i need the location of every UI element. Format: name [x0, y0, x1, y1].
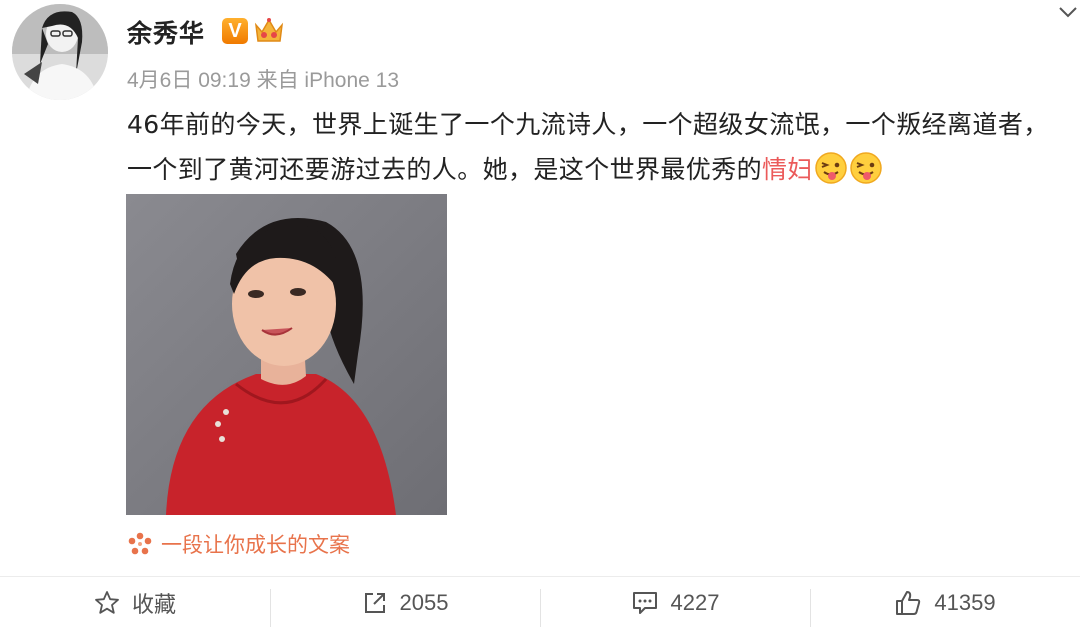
crown-icon: [254, 18, 284, 42]
like-icon: [896, 590, 921, 615]
source-label: 一段让你成长的文案: [161, 533, 350, 557]
repost-button[interactable]: 2055: [270, 577, 540, 628]
verified-icon: V: [222, 18, 248, 44]
action-bar: 收藏 2055 4227 41359: [0, 577, 1080, 628]
tongue-emoji-icon: [815, 152, 847, 184]
comment-count: 4227: [670, 589, 720, 615]
like-count: 41359: [934, 589, 996, 615]
favorite-button[interactable]: 收藏: [0, 577, 270, 628]
post-text: 46年前的今天，世界上诞生了一个九流诗人，一个超级女流氓，一个叛经离道者，一个到…: [127, 102, 1072, 192]
source-link[interactable]: 一段让你成长的文案: [127, 529, 350, 559]
post-image[interactable]: [126, 194, 447, 515]
topic-link[interactable]: 情妇: [762, 155, 813, 184]
repost-icon: [364, 592, 385, 613]
star-icon: [95, 590, 119, 614]
avatar[interactable]: [12, 4, 108, 100]
post-text-main: 46年前的今天，世界上诞生了一个九流诗人，一个超级女流氓，一个叛经离道者，一个到…: [127, 110, 1049, 184]
flower-icon: [128, 532, 152, 555]
author-name[interactable]: 余秀华: [127, 14, 205, 50]
chevron-down-icon[interactable]: [1058, 4, 1078, 20]
tongue-emoji-icon: [850, 152, 882, 184]
favorite-label: 收藏: [131, 591, 176, 617]
post-meta: 4月6日 09:19 来自 iPhone 13: [127, 69, 399, 92]
repost-count: 2055: [399, 589, 449, 615]
comment-icon: [632, 591, 657, 614]
comment-button[interactable]: 4227: [540, 577, 810, 628]
like-button[interactable]: 41359: [810, 577, 1080, 628]
